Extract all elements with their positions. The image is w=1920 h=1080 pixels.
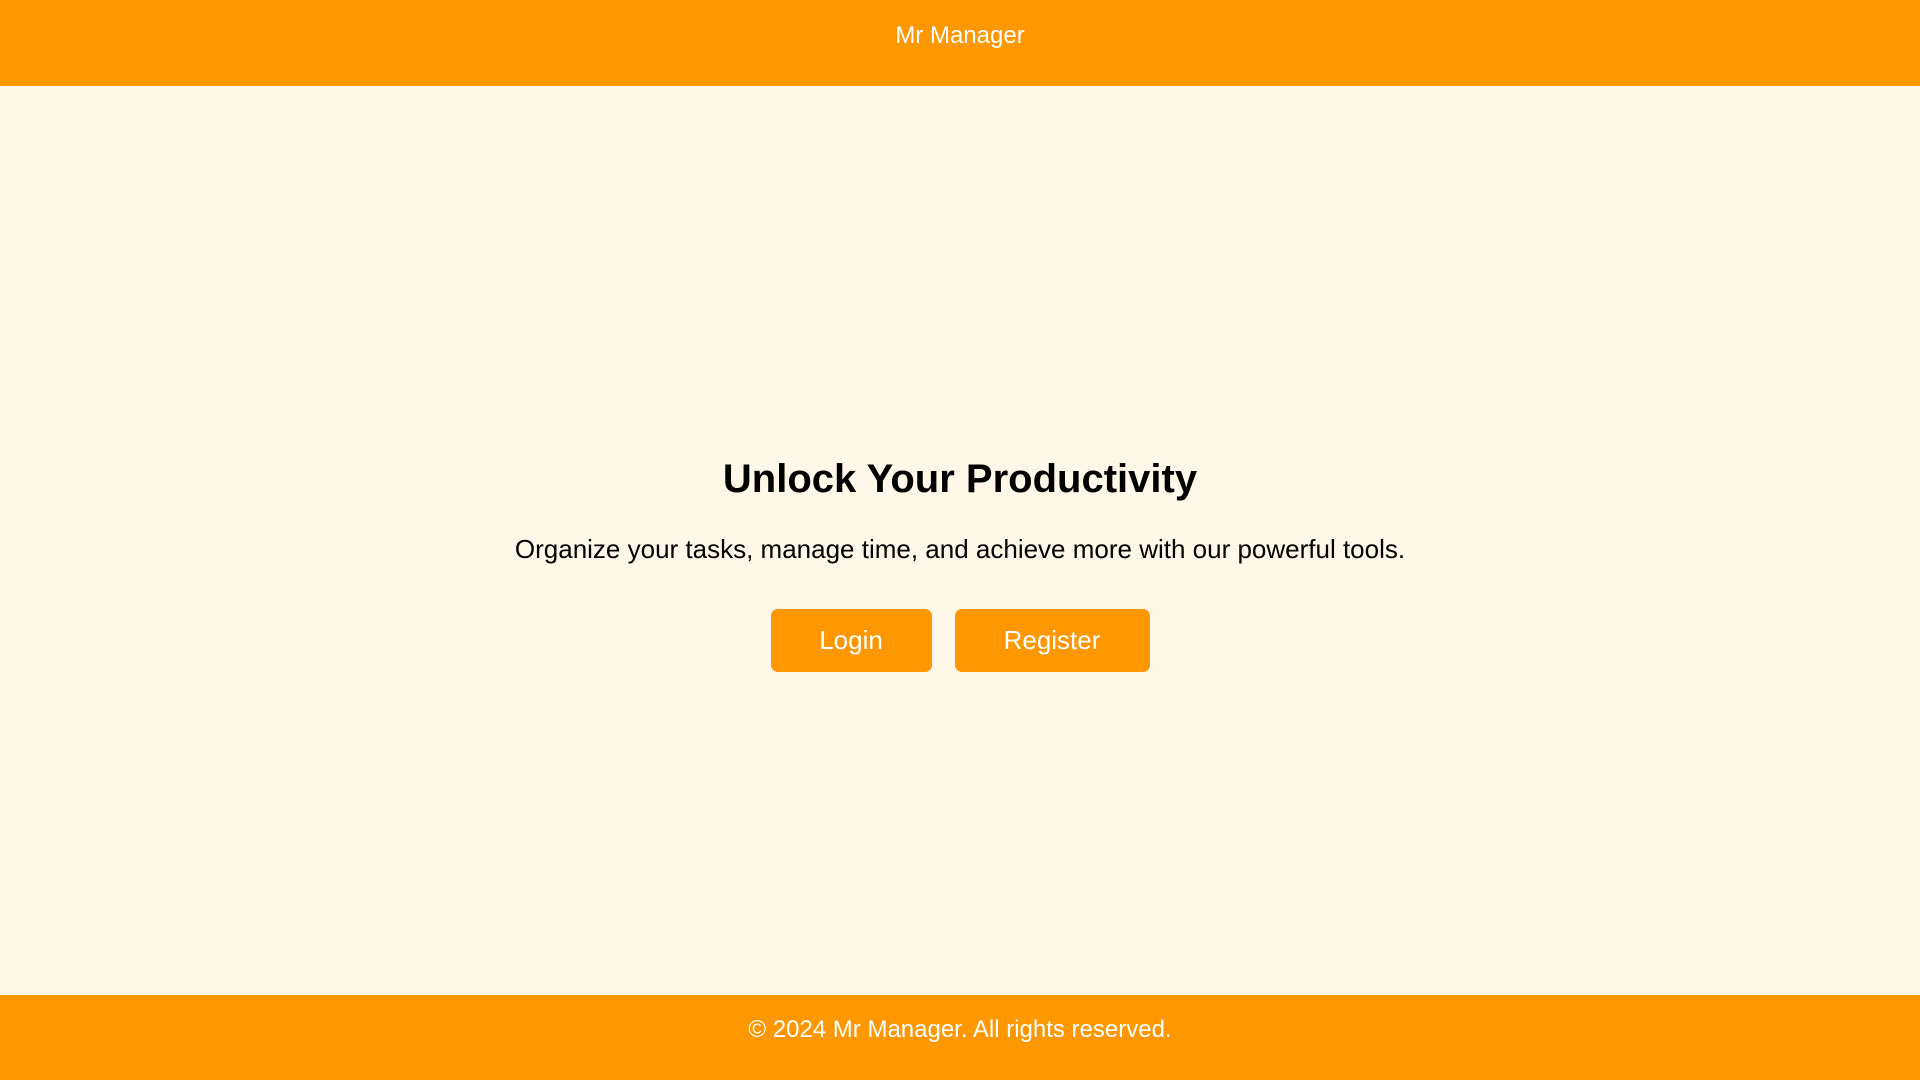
copyright-text: © 2024 Mr Manager. All rights reserved.: [748, 1016, 1172, 1043]
site-header: Mr Manager: [0, 0, 1920, 86]
login-button[interactable]: Login: [770, 609, 932, 672]
hero-title: Unlock Your Productivity: [722, 457, 1198, 501]
register-button[interactable]: Register: [954, 609, 1150, 672]
site-footer: © 2024 Mr Manager. All rights reserved.: [0, 995, 1920, 1080]
site-title: Mr Manager: [895, 22, 1025, 49]
hero-actions: Login Register: [0, 609, 1920, 672]
hero-subtitle: Organize your tasks, manage time, and ac…: [514, 534, 1406, 564]
hero-section: Unlock Your Productivity Organize your t…: [0, 455, 1920, 672]
